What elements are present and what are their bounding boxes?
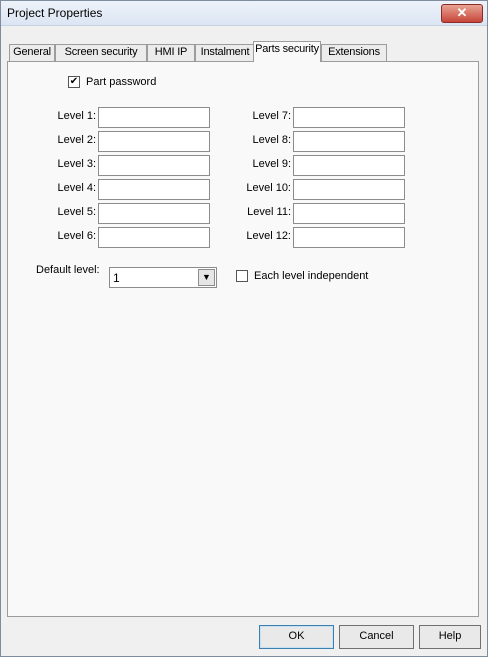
level-10-label: Level 10:	[246, 182, 291, 194]
level-6-label: Level 6:	[57, 230, 96, 242]
each-level-independent-label: Each level independent	[254, 270, 369, 282]
each-level-independent-checkbox[interactable]	[236, 270, 248, 282]
close-icon: ✕	[456, 5, 468, 20]
tab-extensions[interactable]: Extensions	[321, 44, 387, 61]
level-8-label: Level 8:	[252, 134, 291, 146]
default-level-value: 1	[113, 271, 120, 285]
tab-screen-security[interactable]: Screen security	[55, 44, 147, 61]
level-7-input[interactable]	[293, 107, 405, 128]
level-7-label: Level 7:	[252, 110, 291, 122]
project-properties-dialog: Project Properties ✕ General Screen secu…	[0, 0, 488, 657]
dialog-client: General Screen security HMI IP Instalmen…	[5, 27, 483, 653]
level-1-input[interactable]	[98, 107, 210, 128]
help-button[interactable]: Help	[419, 625, 481, 649]
level-9-label: Level 9:	[252, 158, 291, 170]
level-11-input[interactable]	[293, 203, 405, 224]
level-4-input[interactable]	[98, 179, 210, 200]
level-2-input[interactable]	[98, 131, 210, 152]
part-password-label: Part password	[86, 76, 157, 88]
part-password-checkbox[interactable]: ✔	[68, 76, 80, 88]
cancel-button[interactable]: Cancel	[339, 625, 414, 649]
parts-security-panel: ✔ Part password Level 1: Level 2: Level …	[7, 61, 479, 617]
level-8-input[interactable]	[293, 131, 405, 152]
level-5-input[interactable]	[98, 203, 210, 224]
level-6-input[interactable]	[98, 227, 210, 248]
tab-parts-security[interactable]: Parts security	[253, 41, 321, 62]
level-10-input[interactable]	[293, 179, 405, 200]
level-3-input[interactable]	[98, 155, 210, 176]
tab-hmi-ip[interactable]: HMI IP	[147, 44, 195, 61]
tab-strip: General Screen security HMI IP Instalmen…	[7, 41, 477, 62]
level-9-input[interactable]	[293, 155, 405, 176]
level-11-label: Level 11:	[247, 206, 291, 218]
ok-button[interactable]: OK	[259, 625, 334, 649]
tab-general[interactable]: General	[9, 44, 55, 61]
level-1-label: Level 1:	[57, 110, 96, 122]
level-12-label: Level 12:	[246, 230, 291, 242]
part-password-checkbox-row[interactable]: ✔ Part password	[68, 76, 156, 88]
chevron-down-icon[interactable]: ▼	[198, 269, 215, 286]
tab-instalment[interactable]: Instalment	[195, 44, 255, 61]
level-2-label: Level 2:	[57, 134, 96, 146]
close-button[interactable]: ✕	[441, 4, 483, 23]
level-4-label: Level 4:	[57, 182, 96, 194]
default-level-label: Default level:	[36, 264, 100, 276]
level-3-label: Level 3:	[57, 158, 96, 170]
default-level-select[interactable]: 1 ▼	[109, 267, 217, 288]
level-12-input[interactable]	[293, 227, 405, 248]
level-5-label: Level 5:	[57, 206, 96, 218]
each-level-independent-row[interactable]: Each level independent	[236, 270, 368, 282]
window-title: Project Properties	[7, 6, 103, 20]
title-bar: Project Properties ✕	[1, 1, 487, 26]
